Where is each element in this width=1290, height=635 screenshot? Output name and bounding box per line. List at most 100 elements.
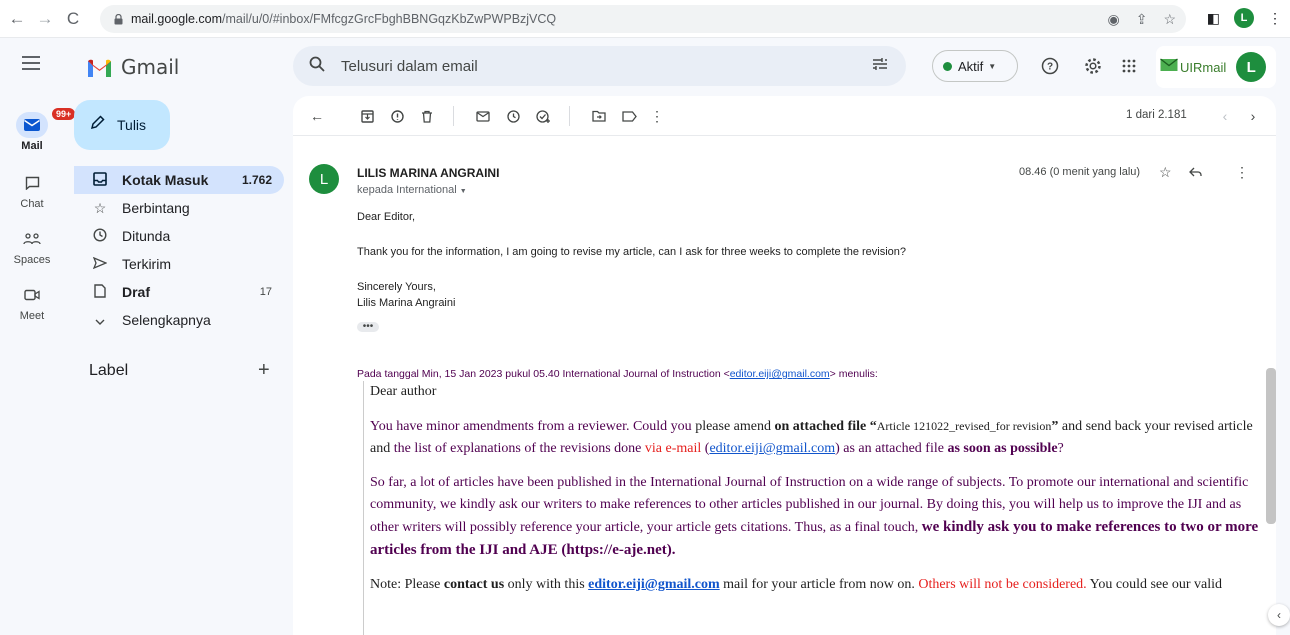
label-tag-icon[interactable] bbox=[619, 106, 639, 126]
caret-down-icon: ▼ bbox=[988, 61, 997, 71]
message-time: 08.46 (0 menit yang lalu) bbox=[1019, 166, 1141, 178]
recipient-line[interactable]: kepada International ▼ bbox=[357, 184, 467, 196]
quote-paragraph-1: You have minor amendments from a reviewe… bbox=[370, 419, 1253, 456]
share-icon[interactable]: ⇪ bbox=[1136, 11, 1148, 28]
folder-label: Terkirim bbox=[122, 256, 171, 272]
rail-item-mail[interactable]: 99+ Mail bbox=[0, 106, 78, 152]
more-vert-icon[interactable]: ⋮ bbox=[647, 106, 667, 126]
rail-label-mail: Mail bbox=[21, 140, 43, 152]
gmail-logo[interactable]: Gmail bbox=[86, 55, 179, 79]
folder-drafts[interactable]: Draf 17 bbox=[74, 278, 284, 306]
star-icon[interactable]: ☆ bbox=[1163, 11, 1176, 28]
delete-trash-icon[interactable] bbox=[417, 106, 437, 126]
body-greeting: Dear Editor, bbox=[357, 211, 416, 223]
search-input[interactable] bbox=[341, 57, 821, 75]
rail-item-chat[interactable]: Chat bbox=[0, 170, 64, 210]
folder-more[interactable]: Selengkapnya bbox=[74, 306, 284, 334]
account-avatar[interactable]: L bbox=[1236, 52, 1267, 82]
folder-label: Berbintang bbox=[122, 200, 190, 216]
folder-snoozed[interactable]: Ditunda bbox=[74, 222, 284, 250]
message-more-vert-icon[interactable]: ⋮ bbox=[1235, 164, 1249, 181]
forward-arrow-icon[interactable]: → bbox=[34, 8, 56, 30]
gmail-logo-text: Gmail bbox=[121, 55, 180, 79]
quote-attribution-text: Pada tanggal Min, 15 Jan 2023 pukul 05.4… bbox=[357, 368, 730, 380]
rail-item-spaces[interactable]: Spaces bbox=[0, 226, 64, 266]
draft-count: 17 bbox=[259, 286, 272, 298]
rail-label-meet: Meet bbox=[19, 310, 45, 322]
recipient-text: kepada International bbox=[357, 184, 457, 196]
folder-starred[interactable]: ☆ Berbintang bbox=[74, 194, 284, 222]
email-link[interactable]: editor.eiji@gmail.com bbox=[588, 577, 719, 592]
draft-file-icon bbox=[90, 283, 110, 301]
search-icon[interactable] bbox=[309, 56, 325, 77]
back-arrow-icon[interactable]: ← bbox=[6, 8, 28, 30]
add-label-icon[interactable]: + bbox=[258, 359, 270, 382]
folder-inbox[interactable]: Kotak Masuk 1.762 bbox=[74, 166, 284, 194]
reload-icon[interactable]: C bbox=[62, 8, 84, 30]
sender-name[interactable]: LILIS MARINA ANGRAINI bbox=[357, 166, 499, 180]
show-trimmed-content-button[interactable]: ••• bbox=[357, 322, 379, 332]
app-rail: 99+ Mail Chat Spaces Meet bbox=[0, 38, 78, 635]
report-spam-icon[interactable] bbox=[387, 106, 407, 126]
help-icon[interactable]: ? bbox=[1038, 54, 1062, 78]
menu-dots-icon[interactable]: ⋮ bbox=[1268, 10, 1282, 27]
search-bar[interactable] bbox=[293, 46, 906, 86]
folder-label: Kotak Masuk bbox=[122, 172, 209, 188]
compose-button[interactable]: Tulis bbox=[74, 100, 170, 150]
status-dot bbox=[943, 61, 952, 71]
toolbar-divider bbox=[453, 106, 454, 126]
scrollbar-thumb[interactable] bbox=[1266, 368, 1276, 524]
caret-down-icon: ▼ bbox=[459, 188, 467, 195]
search-options-icon[interactable] bbox=[872, 57, 888, 76]
eye-icon[interactable]: ◉ bbox=[1107, 11, 1119, 28]
rail-label-chat: Chat bbox=[20, 198, 44, 210]
folder-label: Ditunda bbox=[122, 228, 171, 244]
status-chip[interactable]: Aktif ▼ bbox=[932, 50, 1018, 82]
older-chevron-right-icon[interactable]: › bbox=[1243, 106, 1263, 126]
quoted-message: Dear author You have minor amendments fr… bbox=[363, 381, 1263, 635]
sender-avatar[interactable]: L bbox=[309, 164, 339, 194]
account-switcher[interactable]: UIRmail L bbox=[1156, 46, 1276, 88]
folder-sent[interactable]: Terkirim bbox=[74, 250, 284, 278]
gmail-m-icon bbox=[86, 57, 113, 77]
quote-attribution-tail: > menulis: bbox=[829, 368, 878, 380]
archive-icon[interactable] bbox=[357, 106, 377, 126]
rail-item-meet[interactable]: Meet bbox=[0, 282, 64, 322]
spaces-icon bbox=[16, 226, 48, 252]
url-host: mail.google.com bbox=[131, 12, 223, 26]
quote-attribution: Pada tanggal Min, 15 Jan 2023 pukul 05.4… bbox=[357, 368, 878, 380]
account-brand: UIRmail bbox=[1180, 59, 1227, 75]
menu-icon[interactable] bbox=[22, 56, 40, 70]
profile-avatar[interactable]: L bbox=[1234, 8, 1254, 28]
email-link[interactable]: editor.eiji@gmail.com bbox=[709, 441, 835, 456]
side-panel-toggle-chevron-icon[interactable]: ‹ bbox=[1268, 604, 1290, 626]
message-toolbar: ← ⋮ 1 dari 2.181 ‹ › bbox=[293, 96, 1276, 136]
labels-heading: Label bbox=[89, 362, 129, 379]
back-to-inbox-icon[interactable]: ← bbox=[307, 106, 327, 126]
mail-icon: 99+ bbox=[16, 106, 78, 138]
status-label: Aktif bbox=[958, 58, 984, 74]
quote-paragraph-3: Note: Please contact us only with this e… bbox=[370, 577, 1223, 592]
mark-unread-mail-icon[interactable] bbox=[473, 106, 493, 126]
address-bar[interactable]: mail.google.com/mail/u/0/#inbox/FMfcgzGr… bbox=[100, 5, 1186, 33]
quote-sender-email-link[interactable]: editor.eiji@gmail.com bbox=[730, 368, 830, 380]
lock-icon bbox=[114, 13, 123, 25]
message-pane: ← ⋮ 1 dari 2.181 ‹ › L LILIS MARINA ANGR… bbox=[293, 96, 1276, 635]
svg-text:?: ? bbox=[1047, 62, 1053, 73]
snooze-clock-icon[interactable] bbox=[503, 106, 523, 126]
sidepanel-icon[interactable]: ◧ bbox=[1207, 10, 1220, 27]
move-to-folder-icon[interactable] bbox=[589, 106, 609, 126]
rail-label-spaces: Spaces bbox=[13, 254, 51, 266]
add-task-icon[interactable] bbox=[533, 106, 553, 126]
settings-gear-icon[interactable] bbox=[1081, 54, 1105, 78]
body-signature: Lilis Marina Angraini bbox=[357, 297, 456, 309]
apps-grid-icon[interactable] bbox=[1117, 54, 1141, 78]
inbox-icon bbox=[90, 171, 110, 189]
reply-icon[interactable] bbox=[1189, 164, 1202, 180]
pencil-icon bbox=[90, 115, 105, 135]
url-path: /mail/u/0/#inbox/FMfcgzGrcFbghBBNGqzKbZw… bbox=[222, 12, 557, 26]
quote-salutation: Dear author bbox=[370, 384, 437, 399]
newer-chevron-left-icon[interactable]: ‹ bbox=[1215, 106, 1235, 126]
star-message-icon[interactable]: ☆ bbox=[1159, 164, 1172, 181]
chat-icon bbox=[16, 170, 48, 196]
